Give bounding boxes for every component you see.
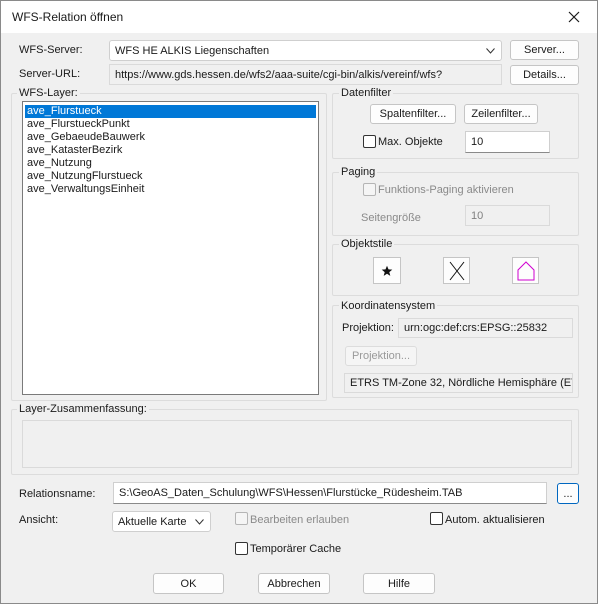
details-button[interactable]: Details... — [510, 65, 579, 85]
list-item[interactable]: ave_VerwaltungsEinheit — [25, 183, 318, 196]
wfs-server-label: WFS-Server: — [19, 44, 83, 56]
list-item[interactable]: ave_FlurstueckPunkt — [25, 118, 318, 131]
projektion-value: urn:ogc:def:crs:EPSG::25832 — [404, 322, 548, 334]
max-objekte-label: Max. Objekte — [378, 136, 443, 148]
line-style-button[interactable] — [443, 257, 470, 284]
window-title: WFS-Relation öffnen — [12, 10, 124, 24]
layer-zusammenfassung-label: Layer-Zusammenfassung: — [17, 403, 149, 415]
autom-aktualisieren-checkbox[interactable] — [430, 512, 443, 525]
chevron-down-icon — [195, 518, 204, 525]
wfs-layer-list[interactable]: ave_Flurstueck ave_FlurstueckPunkt ave_G… — [22, 101, 319, 395]
ansicht-select[interactable]: Aktuelle Karte — [112, 511, 211, 532]
temp-cache-checkbox[interactable] — [235, 542, 248, 555]
koordinatensystem-title: Koordinatensystem — [339, 300, 438, 312]
projektion-description: ETRS TM-Zone 32, Nördliche Hemisphäre (E… — [344, 373, 573, 393]
datenfilter-title: Datenfilter — [339, 87, 394, 99]
projektion-button[interactable]: Projektion... — [345, 346, 417, 366]
list-item[interactable]: ave_KatasterBezirk — [25, 144, 318, 157]
dialog-window: WFS-Relation öffnen WFS-Server: WFS HE A… — [0, 0, 598, 604]
paging-group — [332, 172, 579, 236]
list-item[interactable]: ave_GebaeudeBauwerk — [25, 131, 318, 144]
ansicht-label: Ansicht: — [19, 514, 59, 526]
max-objekte-input[interactable]: 10 — [465, 131, 550, 153]
max-objekte-checkbox[interactable] — [363, 135, 376, 148]
funktions-paging-label: Funktions-Paging aktivieren — [378, 184, 514, 196]
list-item[interactable]: ave_NutzungFlurstueck — [25, 170, 318, 183]
browse-button[interactable]: ... — [557, 483, 579, 504]
relationsname-value: S:\GeoAS_Daten_Schulung\WFS\Hessen\Flurs… — [119, 487, 463, 499]
line-cross-icon — [449, 261, 464, 280]
seitengroesse-label: Seitengröße — [361, 212, 421, 224]
funktions-paging-checkbox[interactable] — [363, 183, 376, 196]
relationsname-input[interactable]: S:\GeoAS_Daten_Schulung\WFS\Hessen\Flurs… — [113, 482, 547, 504]
server-url-label: Server-URL: — [19, 68, 81, 80]
region-style-button[interactable] — [512, 257, 539, 284]
zeilenfilter-button[interactable]: Zeilenfilter... — [464, 104, 538, 124]
help-button[interactable]: Hilfe — [363, 573, 435, 594]
list-item[interactable]: ave_Nutzung — [25, 157, 318, 170]
ansicht-value: Aktuelle Karte — [118, 515, 187, 528]
server-button[interactable]: Server... — [510, 40, 579, 60]
close-icon — [568, 11, 580, 23]
wfs-server-value: WFS HE ALKIS Liegenschaften — [115, 44, 270, 57]
objektstile-title: Objektstile — [339, 238, 395, 250]
star-icon — [381, 265, 393, 276]
spaltenfilter-button[interactable]: Spaltenfilter... — [370, 104, 456, 124]
paging-title: Paging — [339, 166, 378, 178]
max-objekte-value: 10 — [471, 136, 484, 148]
projektion-label: Projektion: — [342, 322, 394, 334]
seitengroesse-input[interactable]: 10 — [465, 205, 550, 226]
server-url-value: https://www.gds.hessen.de/wfs2/aaa-suite… — [115, 68, 443, 81]
chevron-down-icon — [486, 47, 495, 54]
projektion-description-text: ETRS TM-Zone 32, Nördliche Hemisphäre (E… — [350, 377, 573, 389]
seitengroesse-value: 10 — [471, 209, 484, 222]
projektion-field[interactable]: urn:ogc:def:crs:EPSG::25832 — [398, 318, 573, 338]
close-button[interactable] — [551, 1, 597, 33]
autom-aktualisieren-label: Autom. aktualisieren — [445, 514, 545, 526]
bearbeiten-label: Bearbeiten erlauben — [250, 514, 350, 526]
polygon-icon — [517, 260, 534, 280]
ok-button[interactable]: OK — [153, 573, 224, 594]
cancel-button[interactable]: Abbrechen — [258, 573, 330, 594]
wfs-server-select[interactable]: WFS HE ALKIS Liegenschaften — [109, 40, 502, 61]
wfs-layer-label: WFS-Layer: — [17, 87, 80, 99]
server-url-field[interactable]: https://www.gds.hessen.de/wfs2/aaa-suite… — [109, 64, 502, 85]
relationsname-label: Relationsname: — [19, 488, 96, 500]
temp-cache-label: Temporärer Cache — [250, 543, 342, 555]
point-style-button[interactable] — [373, 257, 401, 284]
layer-zusammenfassung-text — [22, 420, 572, 468]
bearbeiten-checkbox[interactable] — [235, 512, 248, 525]
list-item[interactable]: ave_Flurstueck — [25, 105, 316, 118]
title-bar: WFS-Relation öffnen — [1, 1, 597, 33]
